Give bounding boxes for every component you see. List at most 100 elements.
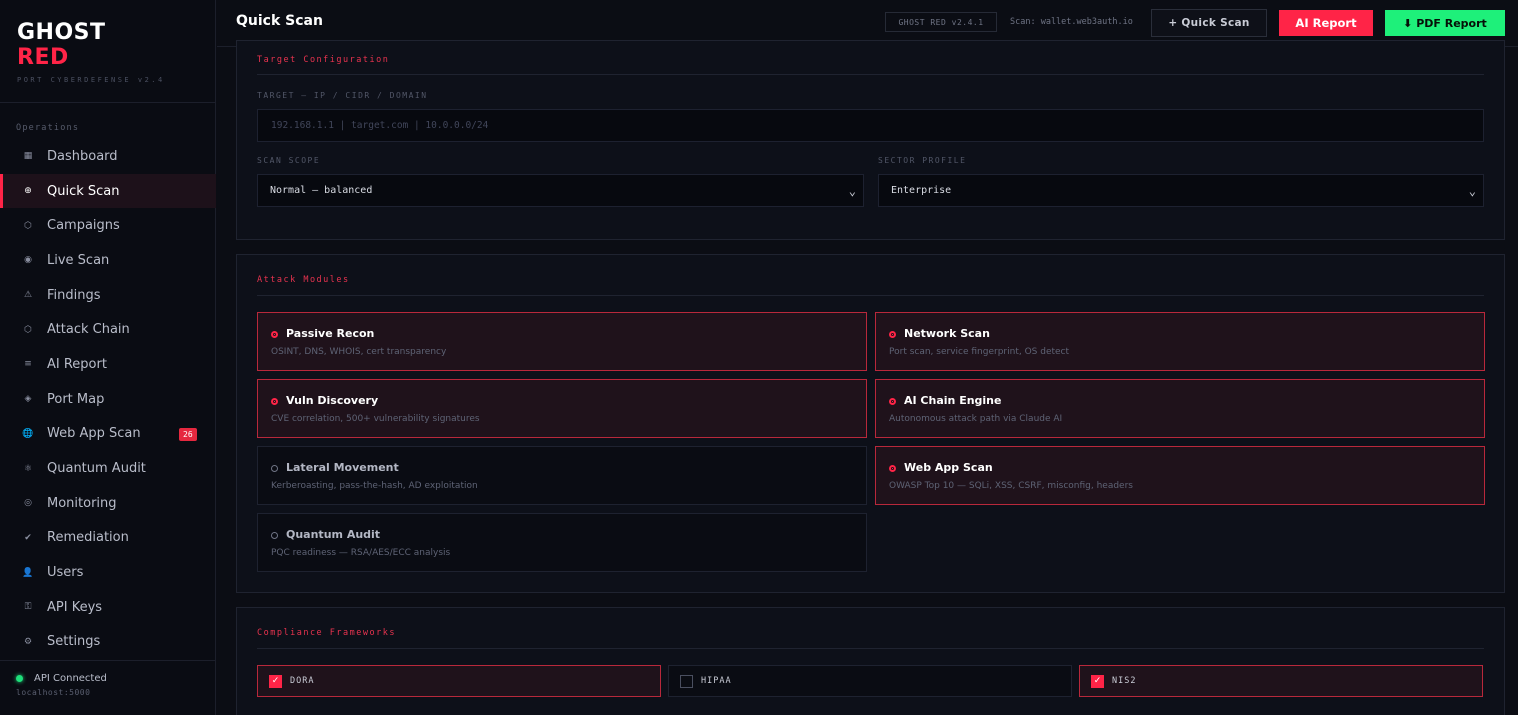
sidebar-item-label: Web App Scan bbox=[47, 426, 141, 442]
sidebar-item-live-scan[interactable]: ◉ Live Scan bbox=[0, 243, 216, 278]
module-title: AI Chain Engine bbox=[904, 394, 1002, 407]
version-badge: GHOST RED v2.4.1 bbox=[885, 12, 997, 32]
sidebar-item-label: Monitoring bbox=[47, 495, 117, 511]
module-card-ai-chain-engine[interactable]: AI Chain Engine Autonomous attack path vi… bbox=[875, 379, 1485, 438]
module-card-lateral-movement[interactable]: Lateral Movement Kerberoasting, pass-the-… bbox=[257, 446, 867, 505]
ai-report-button[interactable]: AI Report bbox=[1279, 10, 1373, 36]
framework-label: NIS2 bbox=[1112, 676, 1137, 686]
module-title: Passive Recon bbox=[286, 327, 375, 340]
api-host: localhost:5000 bbox=[16, 688, 91, 697]
page-title: Quick Scan bbox=[236, 13, 323, 29]
globe-icon: 🌐 bbox=[22, 428, 34, 439]
sidebar: GHOST RED PORT CYBERDEFENSE v2.4 Operati… bbox=[0, 0, 216, 715]
module-title: Quantum Audit bbox=[286, 528, 381, 541]
crosshair-icon: ⊕ bbox=[24, 186, 32, 197]
module-description: Kerberoasting, pass-the-hash, AD exploit… bbox=[271, 481, 478, 491]
module-card-passive-recon[interactable]: Passive Recon OSINT, DNS, WHOIS, cert tra… bbox=[257, 312, 867, 371]
sidebar-item-label: Findings bbox=[47, 287, 101, 303]
module-title: Vuln Discovery bbox=[286, 394, 379, 407]
compliance-heading: Compliance Frameworks bbox=[257, 628, 1484, 649]
api-status-label: API Connected bbox=[34, 673, 107, 684]
scan-target-label: Scan: wallet.web3auth.io bbox=[1010, 17, 1133, 27]
radio-icon bbox=[889, 465, 896, 472]
warning-icon: ⚠ bbox=[23, 290, 33, 301]
framework-checkbox-nis2[interactable]: ✓ NIS2 bbox=[1079, 665, 1483, 697]
brand-subtitle: PORT CYBERDEFENSE v2.4 bbox=[17, 76, 165, 84]
compliance-panel: Compliance Frameworks ✓ DORA HIPAA ✓ NIS2 bbox=[236, 607, 1505, 715]
brand-name-line1: GHOST bbox=[17, 20, 106, 45]
sidebar-item-settings[interactable]: ⚙ Settings bbox=[0, 625, 216, 660]
sidebar-item-ai-report[interactable]: ≡ AI Report bbox=[0, 347, 216, 382]
checkbox-icon bbox=[680, 674, 693, 688]
target-config-heading: Target Configuration bbox=[257, 55, 1484, 75]
checkbox-icon: ✓ bbox=[1091, 674, 1104, 688]
count-badge: 26 bbox=[179, 427, 197, 441]
sidebar-item-dashboard[interactable]: ▦ Dashboard bbox=[0, 139, 216, 174]
api-status: API Connected localhost:5000 bbox=[0, 660, 216, 715]
sidebar-item-port-map[interactable]: ◈ Port Map bbox=[0, 382, 216, 417]
chevron-down-icon: ⌄ bbox=[1468, 184, 1476, 198]
sidebar-item-attack-chain[interactable]: ⬡ Attack Chain bbox=[0, 312, 216, 347]
chain-icon: ⬡ bbox=[24, 324, 32, 335]
sector-profile-select[interactable]: Enterprise ⌄ bbox=[878, 174, 1484, 207]
sidebar-item-findings[interactable]: ⚠ Findings bbox=[0, 278, 216, 313]
radio-icon bbox=[271, 331, 278, 338]
sidebar-item-quantum-audit[interactable]: ⚛ Quantum Audit bbox=[0, 451, 216, 486]
scan-scope-select[interactable]: Normal — balanced ⌄ bbox=[257, 174, 864, 207]
pdf-report-button[interactable]: ⬇ PDF Report bbox=[1385, 10, 1505, 36]
sidebar-item-label: Campaigns bbox=[47, 218, 120, 234]
module-card-network-scan[interactable]: Network Scan Port scan, service fingerpri… bbox=[875, 312, 1485, 371]
sidebar-item-label: Attack Chain bbox=[47, 322, 130, 338]
grid-icon: ▦ bbox=[23, 151, 33, 162]
module-description: Autonomous attack path via Claude AI bbox=[889, 414, 1063, 424]
sidebar-item-label: Users bbox=[47, 565, 84, 581]
sidebar-item-label: Dashboard bbox=[47, 148, 118, 164]
sidebar-item-campaigns[interactable]: ⬡ Campaigns bbox=[0, 208, 216, 243]
sidebar-item-label: AI Report bbox=[47, 356, 107, 372]
sector-profile-label: SECTOR PROFILE bbox=[878, 156, 967, 165]
module-card-web-app-scan[interactable]: Web App Scan OWASP Top 10 — SQLi, XSS, CS… bbox=[875, 446, 1485, 505]
module-description: Port scan, service fingerprint, OS detec… bbox=[889, 347, 1070, 357]
module-description: OSINT, DNS, WHOIS, cert transparency bbox=[271, 347, 447, 357]
sidebar-item-users[interactable]: 👤 Users bbox=[0, 555, 216, 590]
scan-scope-value: Normal — balanced bbox=[270, 185, 373, 196]
brand-logo: GHOST RED PORT CYBERDEFENSE v2.4 bbox=[0, 0, 215, 103]
target-config-panel: Target Configuration TARGET — IP / CIDR … bbox=[236, 40, 1505, 240]
list-icon: ≡ bbox=[24, 359, 32, 370]
framework-checkbox-dora[interactable]: ✓ DORA bbox=[257, 665, 661, 697]
sidebar-item-label: Port Map bbox=[47, 391, 105, 407]
target-input[interactable]: 192.168.1.1 | target.com | 10.0.0.0/24 bbox=[257, 109, 1484, 142]
module-title: Network Scan bbox=[904, 327, 990, 340]
sidebar-item-monitoring[interactable]: ◎ Monitoring bbox=[0, 486, 216, 521]
radio-icon bbox=[271, 465, 278, 472]
target-field-label: TARGET — IP / CIDR / DOMAIN bbox=[257, 91, 428, 100]
module-description: PQC readiness — RSA/AES/ECC analysis bbox=[271, 548, 451, 558]
module-card-quantum-audit[interactable]: Quantum Audit PQC readiness — RSA/AES/ECC… bbox=[257, 513, 867, 572]
sidebar-item-label: Settings bbox=[47, 634, 101, 650]
chevron-down-icon: ⌄ bbox=[848, 184, 856, 198]
atom-icon: ⚛ bbox=[23, 463, 33, 474]
hexagon-icon: ⬡ bbox=[24, 220, 32, 231]
sidebar-item-quick-scan[interactable]: ⊕ Quick Scan bbox=[0, 173, 216, 209]
sidebar-item-label: API Keys bbox=[47, 599, 103, 615]
gear-icon: ⚙ bbox=[23, 636, 33, 647]
user-icon: 👤 bbox=[22, 567, 34, 578]
module-description: CVE correlation, 500+ vulnerability sign… bbox=[271, 414, 480, 424]
brand-name-line2: RED bbox=[17, 45, 69, 70]
module-title: Lateral Movement bbox=[286, 461, 399, 474]
scan-scope-label: SCAN SCOPE bbox=[257, 156, 321, 165]
module-card-vuln-discovery[interactable]: Vuln Discovery CVE correlation, 500+ vuln… bbox=[257, 379, 867, 438]
sidebar-item-web-app-scan[interactable]: 🌐 Web App Scan 26 bbox=[0, 417, 216, 452]
diamond-icon: ◈ bbox=[24, 394, 32, 405]
framework-checkbox-hipaa[interactable]: HIPAA bbox=[668, 665, 1072, 697]
status-dot-icon bbox=[16, 675, 23, 682]
quick-scan-button[interactable]: + Quick Scan bbox=[1151, 9, 1267, 37]
radio-icon bbox=[271, 532, 278, 539]
target-icon: ◎ bbox=[24, 498, 32, 509]
sidebar-item-remediation[interactable]: ✔ Remediation bbox=[0, 521, 216, 556]
framework-label: DORA bbox=[290, 676, 315, 686]
sidebar-item-api-keys[interactable]: ⚿ API Keys bbox=[0, 590, 216, 625]
sidebar-item-label: Quick Scan bbox=[47, 183, 120, 199]
sector-profile-value: Enterprise bbox=[891, 185, 952, 196]
module-description: OWASP Top 10 — SQLi, XSS, CSRF, misconfi… bbox=[889, 481, 1133, 491]
